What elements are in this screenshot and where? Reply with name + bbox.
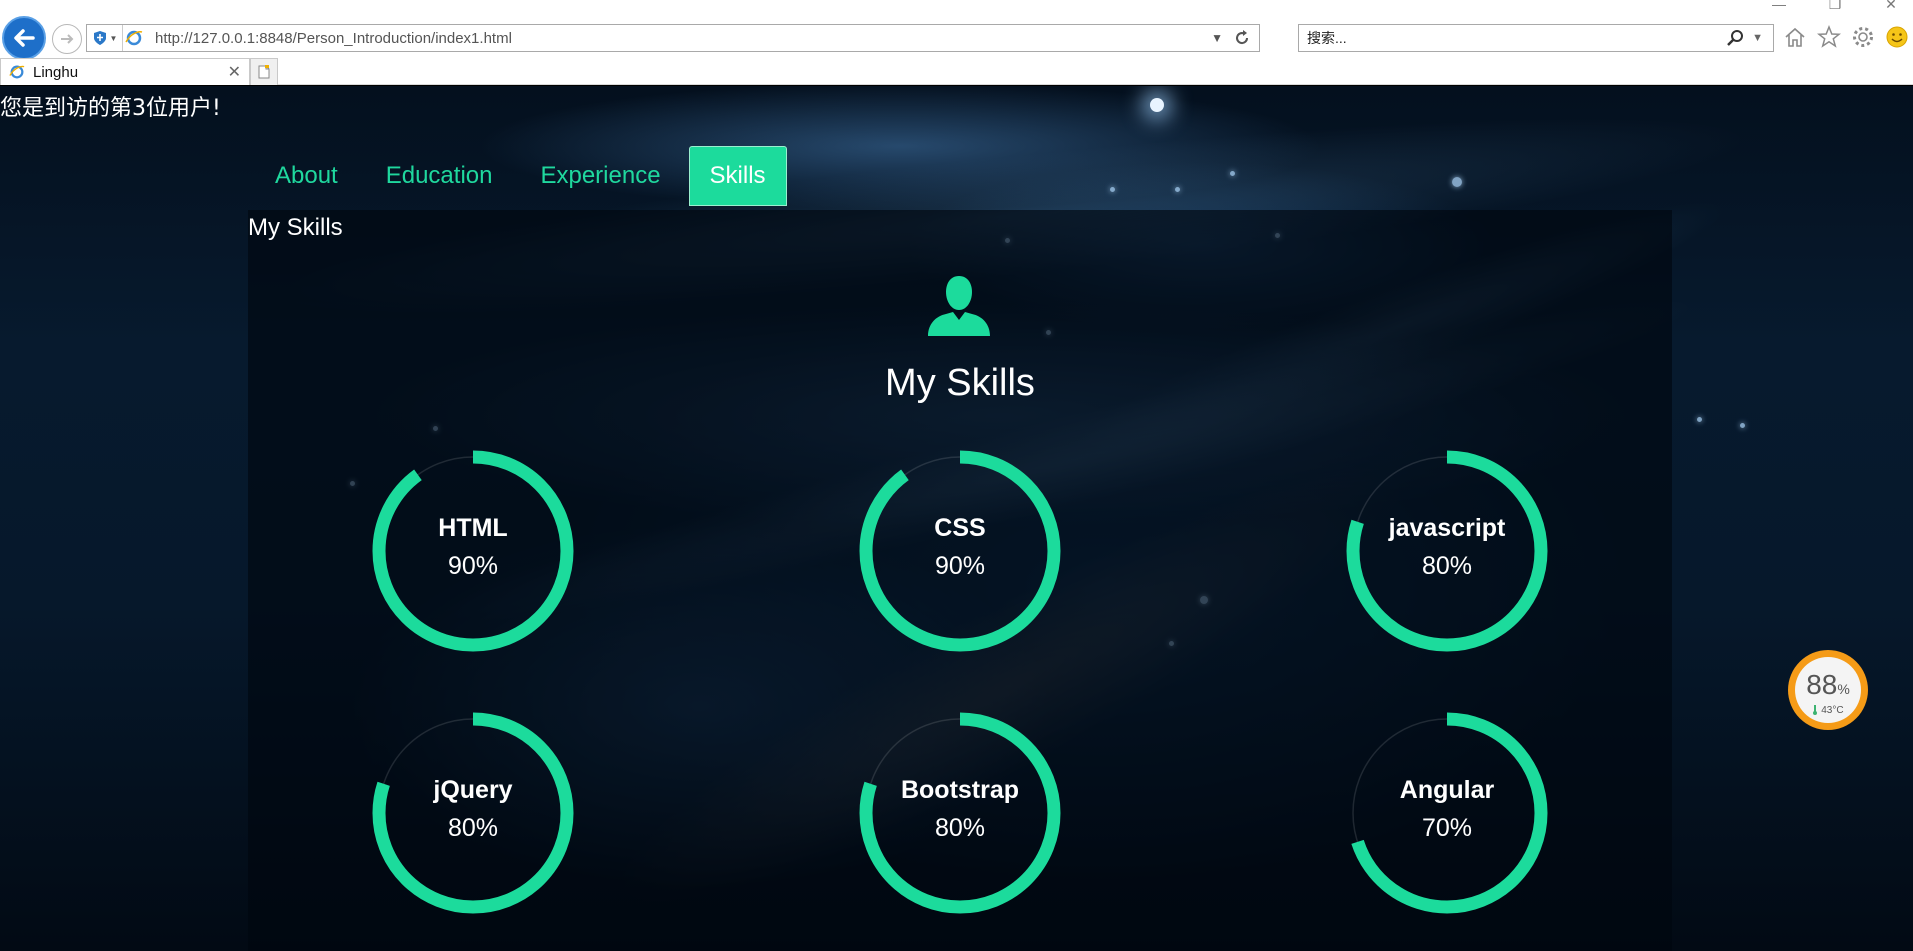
skill-ring xyxy=(859,450,1061,652)
tab-title: Linghu xyxy=(33,63,79,81)
skill-ring xyxy=(372,450,574,652)
refresh-icon[interactable] xyxy=(1233,29,1251,47)
tab-skills[interactable]: Skills xyxy=(688,146,787,206)
gear-icon[interactable] xyxy=(1851,24,1875,50)
bg-star xyxy=(1110,187,1115,192)
skill-percent: 80% xyxy=(1421,552,1473,580)
performance-percent: 88% xyxy=(1806,669,1850,700)
skill-name: Bootstrap xyxy=(900,776,1020,804)
skills-panel: My Skills My Skills HTML 90% CSS 90% jav… xyxy=(248,210,1672,951)
skill-percent: 90% xyxy=(447,552,499,580)
thermometer-icon xyxy=(1813,705,1818,716)
forward-arrow-icon xyxy=(61,34,74,44)
skill-html: HTML 90% xyxy=(372,450,574,652)
skill-css: CSS 90% xyxy=(859,450,1061,652)
search-input[interactable]: 搜索... xyxy=(1307,28,1726,48)
tab-about[interactable]: About xyxy=(255,146,358,206)
skill-ring xyxy=(372,712,574,914)
skills-heading: My Skills xyxy=(885,362,1035,404)
skill-percent: 70% xyxy=(1421,814,1473,842)
performance-widget[interactable]: 88% 43°C xyxy=(1788,650,1868,730)
tab-close-icon[interactable]: ✕ xyxy=(228,62,241,82)
skill-ring xyxy=(1346,450,1548,652)
home-icon[interactable] xyxy=(1783,24,1807,50)
skill-name: CSS xyxy=(934,514,986,542)
skill-bootstrap: Bootstrap 80% xyxy=(859,712,1061,914)
browser-tab[interactable]: Linghu ✕ xyxy=(0,58,250,85)
bg-star xyxy=(1175,187,1180,192)
minimize-icon[interactable]: — xyxy=(1769,0,1789,13)
address-dropdown-icon[interactable]: ▼ xyxy=(1211,31,1223,45)
toolbar-icons xyxy=(1783,24,1913,50)
skill-name: HTML xyxy=(438,514,508,542)
page-viewport: 您是到访的第3位用户! About Education Experience S… xyxy=(0,86,1913,951)
bg-star xyxy=(1452,177,1462,187)
smiley-feedback-icon[interactable] xyxy=(1885,24,1909,50)
tab-experience[interactable]: Experience xyxy=(520,146,680,206)
skill-percent: 80% xyxy=(934,814,986,842)
close-window-icon[interactable]: ✕ xyxy=(1881,0,1901,13)
tab-education[interactable]: Education xyxy=(366,146,513,206)
temperature-readout: 43°C xyxy=(1795,705,1861,716)
bg-star xyxy=(1697,417,1702,422)
search-box[interactable]: 搜索... ▼ xyxy=(1298,24,1774,52)
forward-button[interactable] xyxy=(52,24,82,54)
favorites-star-icon[interactable] xyxy=(1817,24,1841,50)
skill-name: Angular xyxy=(1399,776,1495,804)
skill-name: jQuery xyxy=(433,776,513,804)
new-tab-button[interactable] xyxy=(250,58,278,85)
compat-shield-icon[interactable]: ▼ xyxy=(87,25,123,51)
skill-javascript: javascript 80% xyxy=(1346,450,1548,652)
search-dropdown-icon[interactable]: ▼ xyxy=(1752,32,1763,44)
performance-widget-face: 88% 43°C xyxy=(1795,657,1861,723)
new-tab-icon xyxy=(258,65,270,79)
skill-angular: Angular 70% xyxy=(1346,712,1548,914)
url-text[interactable]: http://127.0.0.1:8848/Person_Introductio… xyxy=(145,30,1211,47)
bg-star xyxy=(1740,423,1745,428)
user-icon xyxy=(928,276,990,336)
tab-favicon-icon xyxy=(9,65,25,79)
restore-icon[interactable]: ❐ xyxy=(1825,0,1845,13)
tab-strip: Linghu ✕ xyxy=(0,58,278,85)
bg-star xyxy=(1150,98,1164,112)
back-arrow-icon xyxy=(14,29,35,47)
address-bar[interactable]: ▼ http://127.0.0.1:8848/Person_Introduct… xyxy=(86,24,1260,52)
bg-star xyxy=(1230,171,1235,176)
skill-jquery: jQuery 80% xyxy=(372,712,574,914)
skill-name: javascript xyxy=(1388,514,1506,542)
visitor-count-text: 您是到访的第3位用户! xyxy=(0,96,221,121)
panel-label: My Skills xyxy=(248,214,343,241)
browser-chrome: — ❐ ✕ ▼ http://127.0.0.1:8848/Person_Int… xyxy=(0,0,1913,85)
search-icon[interactable] xyxy=(1726,29,1744,47)
section-tabs: About Education Experience Skills xyxy=(255,146,795,206)
ie-page-icon xyxy=(123,29,145,47)
window-controls: — ❐ ✕ xyxy=(1769,0,1901,13)
back-button[interactable] xyxy=(2,16,46,60)
skill-percent: 80% xyxy=(447,814,499,842)
skill-ring xyxy=(1346,712,1548,914)
skill-ring xyxy=(859,712,1061,914)
skill-percent: 90% xyxy=(934,552,986,580)
